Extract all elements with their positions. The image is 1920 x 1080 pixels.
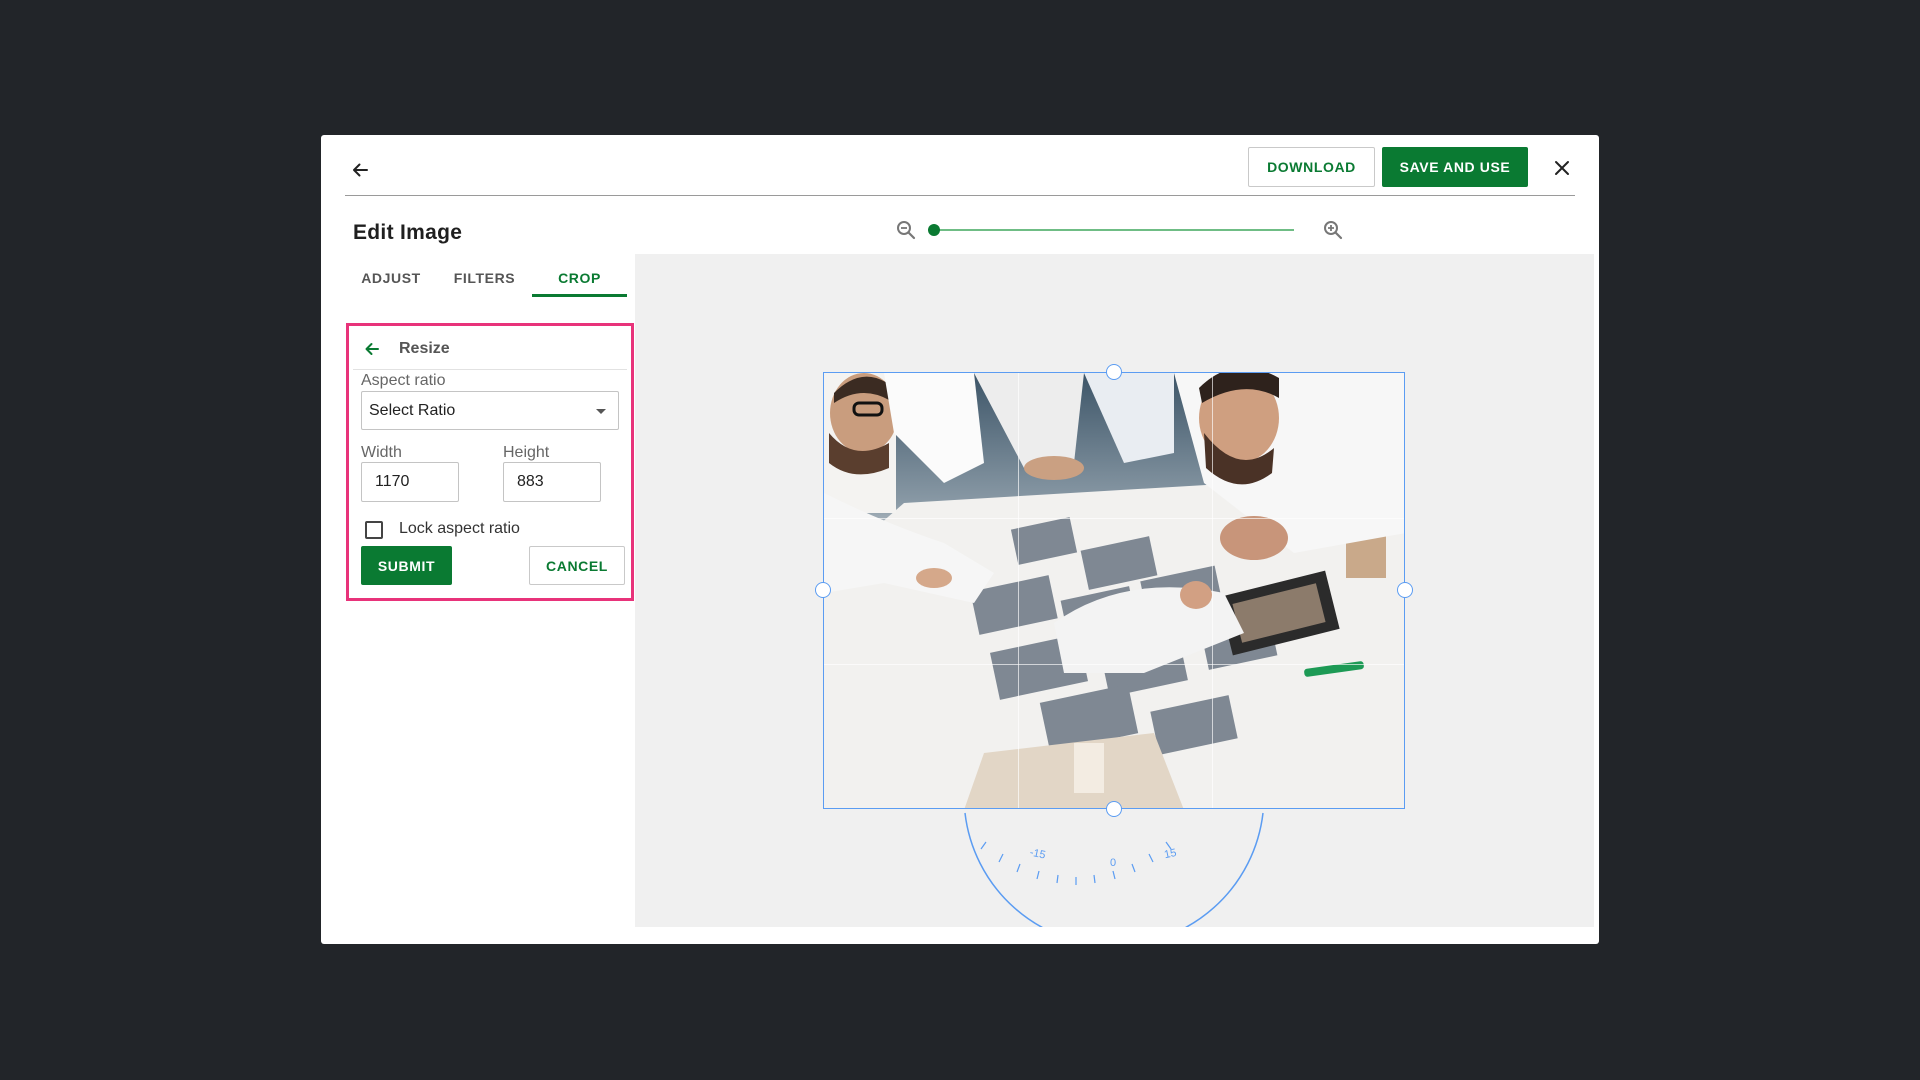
width-label: Width [361, 444, 402, 461]
crop-image[interactable] [823, 372, 1405, 809]
close-icon [1555, 161, 1569, 175]
submit-button[interactable]: SUBMIT [361, 546, 452, 585]
back-button[interactable] [340, 150, 380, 190]
height-label: Height [503, 444, 550, 461]
close-button[interactable] [1545, 151, 1579, 185]
resize-back-button[interactable] [359, 336, 385, 362]
lock-aspect-ratio-checkbox[interactable] [365, 521, 383, 539]
page-title: Edit Image [353, 221, 463, 244]
image-canvas: -15 0 15 [635, 254, 1594, 927]
zoom-out-icon[interactable] [894, 218, 918, 242]
panel-divider [353, 369, 627, 370]
crop-handle-bottom[interactable] [1106, 801, 1122, 817]
download-button[interactable]: DOWNLOAD [1248, 147, 1375, 187]
width-input[interactable]: 1170 [361, 462, 459, 502]
header-divider [345, 195, 1575, 196]
resize-heading: Resize [399, 340, 450, 357]
tab-filters[interactable]: FILTERS [437, 259, 532, 297]
height-input[interactable]: 883 [503, 462, 601, 502]
tab-crop[interactable]: CROP [532, 259, 627, 297]
lock-aspect-ratio-label[interactable]: Lock aspect ratio [399, 520, 520, 538]
aspect-ratio-label: Aspect ratio [361, 372, 446, 389]
dial-label-15: 15 [1163, 847, 1177, 861]
caret-down-icon [596, 409, 606, 414]
resize-panel: Resize Aspect ratio Select Ratio Width H… [346, 323, 634, 601]
arrow-left-icon [365, 343, 379, 355]
crop-handle-top[interactable] [1106, 364, 1122, 380]
crop-grid-line [824, 518, 1404, 519]
crop-grid-line [1212, 373, 1213, 808]
aspect-ratio-value: Select Ratio [369, 401, 456, 419]
edit-image-dialog: DOWNLOAD SAVE AND USE Edit Image ADJUST … [321, 135, 1599, 944]
crop-handle-right[interactable] [1397, 582, 1413, 598]
dial-label-minus-15: -15 [1029, 847, 1047, 862]
crop-grid-line [824, 664, 1404, 665]
dial-label-0: 0 [1110, 857, 1116, 869]
photo-people-with-floor-plans [824, 373, 1404, 808]
zoom-in-icon[interactable] [1321, 218, 1345, 242]
tab-adjust[interactable]: ADJUST [345, 259, 437, 297]
save-and-use-button[interactable]: SAVE AND USE [1382, 147, 1528, 187]
crop-handle-left[interactable] [815, 582, 831, 598]
edit-tabs: ADJUST FILTERS CROP [345, 259, 627, 297]
cancel-button[interactable]: CANCEL [529, 546, 625, 585]
arrow-left-icon [353, 163, 368, 177]
zoom-slider-thumb[interactable] [928, 224, 940, 236]
zoom-slider-track[interactable] [934, 229, 1294, 231]
aspect-ratio-select[interactable]: Select Ratio [361, 391, 619, 430]
crop-grid-line [1018, 373, 1019, 808]
